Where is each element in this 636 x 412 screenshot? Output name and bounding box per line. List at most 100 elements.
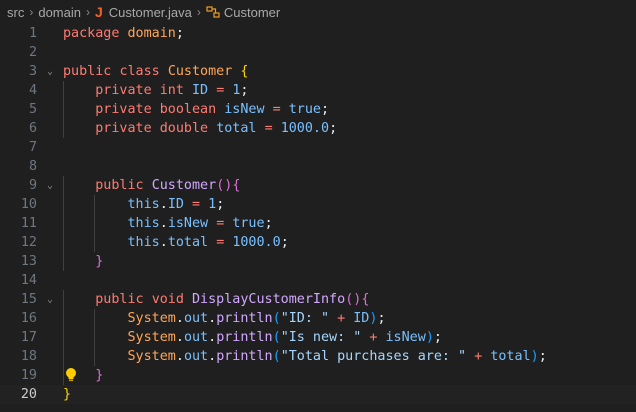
code-text: System.out.println("Is new: " + isNew);	[63, 328, 442, 347]
code-line[interactable]: 18 System.out.println("Total purchases a…	[0, 347, 636, 366]
code-line[interactable]: 12 this.total = 1000.0;	[0, 233, 636, 252]
code-token: }	[95, 254, 104, 269]
code-text: public void DisplayCustomerInfo(){	[63, 290, 369, 309]
code-line[interactable]: 1 package domain;	[0, 24, 636, 43]
code-token: System	[127, 330, 176, 345]
line-number: 20	[20, 387, 37, 402]
code-line[interactable]: 15 ⌄ public void DisplayCustomerInfo(){	[0, 290, 636, 309]
code-token: }	[63, 387, 72, 402]
code-line[interactable]: 9 ⌄ public Customer(){	[0, 176, 636, 195]
code-token: ID	[167, 197, 184, 212]
code-line[interactable]: 11 this.isNew = true;	[0, 214, 636, 233]
code-token: println	[216, 330, 273, 345]
code-line[interactable]: 5 private boolean isNew = true;	[0, 100, 636, 119]
code-token: ;	[280, 235, 289, 250]
breadcrumb-item-file[interactable]: J Customer.java	[95, 4, 192, 20]
code-line[interactable]: 4 private int ID = 1;	[0, 81, 636, 100]
code-line[interactable]: 16 System.out.println("ID: " + ID);	[0, 309, 636, 328]
code-line[interactable]: 14	[0, 271, 636, 290]
code-token: this	[127, 235, 160, 250]
code-line[interactable]: 19 }	[0, 366, 636, 385]
line-number: 3	[28, 64, 37, 79]
code-line[interactable]: 13 }	[0, 252, 636, 271]
code-token: =	[272, 102, 281, 117]
line-number: 14	[20, 273, 37, 288]
line-number: 19	[20, 368, 37, 383]
line-number: 11	[20, 216, 37, 231]
code-token: .	[159, 216, 168, 231]
code-token: DisplayCustomerInfo	[192, 292, 346, 307]
code-token: "Total purchases are: "	[280, 349, 467, 364]
code-token: .	[175, 349, 184, 364]
chevron-down-icon[interactable]: ⌄	[43, 290, 57, 309]
breadcrumb-item-src[interactable]: src	[7, 5, 24, 20]
line-number: 6	[28, 121, 37, 136]
breadcrumb: src › domain › J Customer.java › Custome…	[0, 0, 636, 24]
code-line[interactable]: 10 this.ID = 1;	[0, 195, 636, 214]
chevron-down-icon[interactable]: ⌄	[43, 176, 57, 195]
code-line[interactable]: 17 System.out.println("Is new: " + isNew…	[0, 328, 636, 347]
code-token: private	[95, 102, 152, 117]
code-token: {	[240, 64, 249, 79]
code-line[interactable]: 2	[0, 43, 636, 62]
code-token: )	[530, 349, 539, 364]
code-token: (	[272, 330, 281, 345]
code-text: System.out.println("Total purchases are:…	[63, 347, 547, 366]
code-token: println	[216, 311, 273, 326]
symbol-class-icon	[206, 5, 220, 19]
code-token: ;	[329, 121, 338, 136]
breadcrumb-item-domain[interactable]: domain	[38, 5, 81, 20]
code-text: private double total = 1000.0;	[63, 119, 337, 138]
code-text: this.ID = 1;	[63, 195, 225, 214]
code-token: Customer	[167, 64, 233, 79]
chevron-right-icon: ›	[196, 5, 201, 19]
line-number: 8	[28, 159, 37, 174]
line-number: 5	[28, 102, 37, 117]
code-editor[interactable]: 1 package domain; 2 3 ⌄ public class Customer…	[0, 24, 636, 404]
code-line[interactable]: 7	[0, 138, 636, 157]
line-number: 1	[28, 26, 37, 41]
code-token: =	[264, 121, 273, 136]
line-number: 16	[20, 311, 37, 326]
code-line[interactable]: 3 ⌄ public class Customer {	[0, 62, 636, 81]
code-line[interactable]: 8	[0, 157, 636, 176]
line-number: 7	[28, 140, 37, 155]
line-number: 12	[20, 235, 37, 250]
chevron-down-icon[interactable]: ⌄	[43, 62, 57, 81]
line-number: 17	[20, 330, 37, 345]
code-token: ()	[345, 292, 362, 307]
code-token: isNew	[167, 216, 209, 231]
breadcrumb-item-symbol[interactable]: Customer	[206, 5, 280, 20]
code-line[interactable]: 20}	[0, 385, 636, 404]
code-token: this	[127, 197, 160, 212]
code-text: this.isNew = true;	[63, 214, 273, 233]
code-token: (	[272, 349, 281, 364]
code-text: public Customer(){	[63, 176, 240, 195]
line-number: 18	[20, 349, 37, 364]
code-token: 1000.0	[232, 235, 281, 250]
code-line[interactable]: 6 private double total = 1000.0;	[0, 119, 636, 138]
line-number: 4	[28, 83, 37, 98]
code-text: public class Customer {	[63, 62, 248, 81]
code-token: .	[159, 235, 168, 250]
code-token: System	[127, 349, 176, 364]
